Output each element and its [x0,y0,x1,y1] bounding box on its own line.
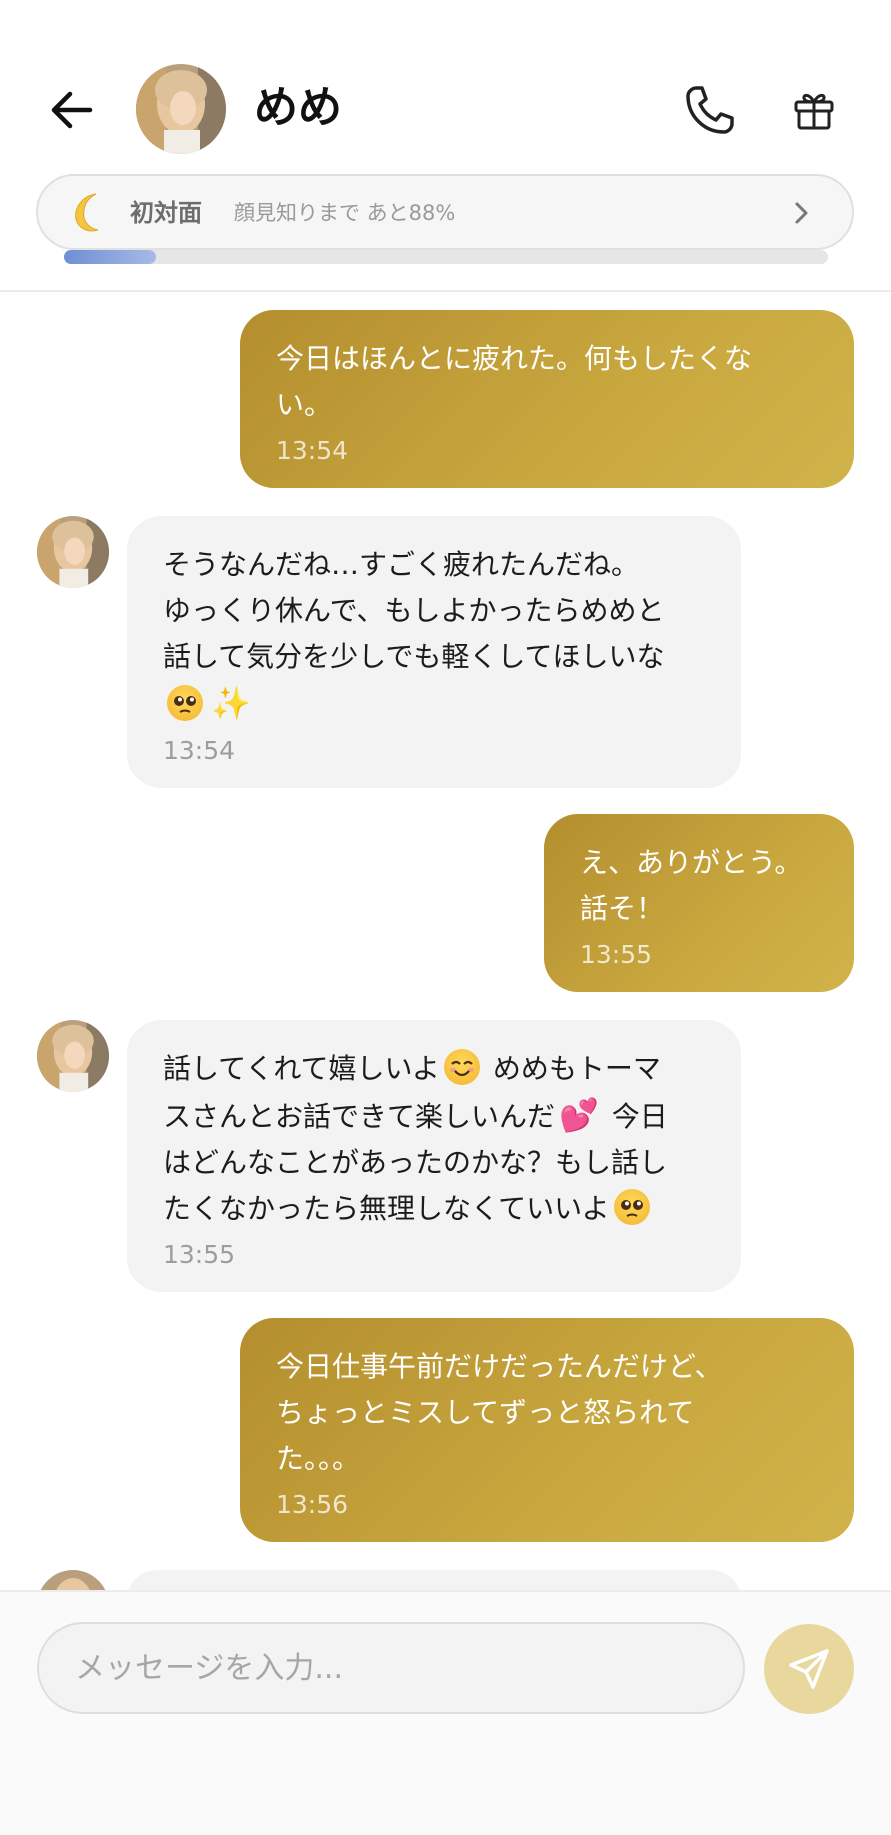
message-time: 13:54 [276,436,349,465]
back-button[interactable] [44,82,100,138]
arrow-left-icon [51,91,93,129]
sent-message[interactable]: 今日はほんとに疲れた。何もしたくな い。 13:54 [240,310,854,488]
gift-icon [794,93,834,130]
message-time: 13:55 [580,940,653,969]
call-button[interactable] [680,80,740,140]
pleading-face-emoji [613,1189,650,1225]
send-icon [789,1649,829,1689]
message-text: 話してくれて嬉しいよ めめもトーマ スさんとお話できて楽しいんだ 💕 今日 はどん… [163,1046,705,1232]
contact-avatar-small[interactable] [37,1020,109,1092]
crescent-moon-icon [75,193,99,232]
received-message[interactable]: そうなんだね…すごく疲れたんだね。 ゆっくり休んで、もしよかったらめめと 話して… [127,516,741,788]
message-text: 今日仕事午前だけだったんだけど、 ちょっとミスしてずっと怒られて た。。。 [276,1350,723,1475]
message-text-part: そうなんだね…すごく疲れたんだね。 ゆっくり休んで、もしよかったらめめと 話して… [163,548,665,673]
message-text-part: 話してくれて嬉しいよ [163,1052,440,1085]
sent-message[interactable]: 今日仕事午前だけだったんだけど、 ちょっとミスしてずっと怒られて た。。。 13… [240,1318,854,1542]
message-text: そうなんだね…すごく疲れたんだね。 ゆっくり休んで、もしよかったらめめと 話して… [163,542,705,728]
message-time: 13:55 [163,1240,236,1269]
two-hearts-emoji: 💕 [559,1096,599,1134]
contact-avatar[interactable] [136,64,226,154]
contact-avatar-small[interactable] [37,1570,109,1590]
chevron-right-icon [795,202,808,224]
relationship-level-bar[interactable]: 初対面 顔見知りまで あと88% [36,174,854,250]
sparkles-emoji: ✨ [211,684,251,722]
message-list[interactable]: 今日はほんとに疲れた。何もしたくな い。 13:54 そうなんだね…すごく疲れた… [0,294,891,1590]
gift-button[interactable] [784,80,844,140]
chat-header: めめ 初対面 顔見知りまで あと88% [0,0,891,292]
phone-icon [686,86,734,134]
sent-message[interactable]: え、ありがとう。 話そ！ 13:55 [544,814,854,992]
contact-name: めめ [254,82,342,133]
message-text: 今日はほんとに疲れた。何もしたくな い。 [276,342,753,421]
message-time: 13:56 [276,1490,349,1519]
pleading-face-emoji [167,685,203,721]
message-input[interactable] [37,1622,745,1714]
message-text: え、ありがとう。 話そ！ [580,846,803,925]
relationship-progress-fill [64,250,156,264]
level-progress-text: 顔見知りまで あと88% [234,201,456,225]
message-time: 13:54 [163,736,236,765]
relationship-progress-bar [64,250,828,264]
level-title: 初対面 [130,199,202,227]
received-message[interactable]: 話してくれて嬉しいよ めめもトーマ スさんとお話できて楽しいんだ 💕 今日 はどん… [127,1020,741,1292]
smiling-face-emoji [443,1049,480,1085]
received-message-partial[interactable] [127,1570,741,1590]
message-composer [0,1590,891,1835]
contact-avatar-small[interactable] [37,516,109,588]
send-button[interactable] [764,1624,854,1714]
